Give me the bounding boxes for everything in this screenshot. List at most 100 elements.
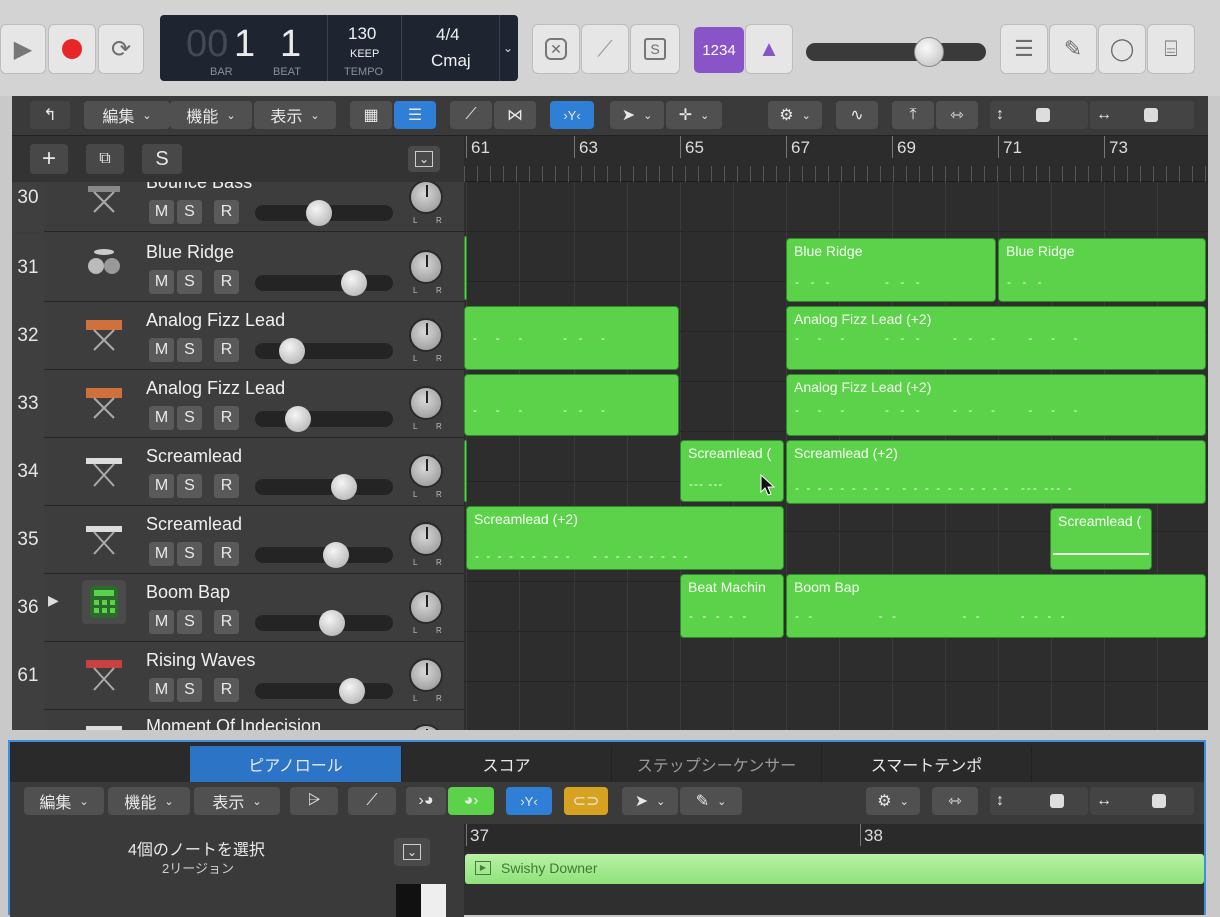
loop-browser-button[interactable]: ◯ bbox=[1098, 24, 1146, 74]
solo-mode-button[interactable]: S bbox=[630, 24, 680, 74]
global-solo-button[interactable]: S bbox=[142, 144, 182, 174]
record-enable-button[interactable]: R bbox=[214, 610, 239, 634]
track-name[interactable]: Analog Fizz Lead bbox=[146, 378, 285, 399]
midi-region[interactable]: Analog Fizz Lead (+2) - - - - - - - - - … bbox=[786, 374, 1206, 436]
master-volume-slider[interactable] bbox=[806, 37, 986, 67]
vertical-zoom-knob[interactable] bbox=[1050, 794, 1064, 808]
add-track-button[interactable]: + bbox=[30, 144, 68, 174]
record-button[interactable] bbox=[48, 24, 96, 74]
play-button[interactable]: ▶ bbox=[0, 24, 46, 74]
editor-catch-button[interactable]: ›Y‹ bbox=[506, 787, 552, 815]
midi-region[interactable]: Screamlead ( bbox=[1050, 508, 1152, 570]
solo-button[interactable]: S bbox=[177, 200, 202, 224]
volume-knob[interactable] bbox=[279, 338, 305, 364]
mute-button[interactable]: M bbox=[149, 270, 174, 294]
pan-knob[interactable] bbox=[409, 590, 443, 624]
editor-view-menu[interactable]: 表示 ⌄ bbox=[194, 787, 280, 815]
midi-region[interactable]: Screamlead (+2) - - - - - - - - - - - - … bbox=[786, 440, 1206, 504]
volume-knob[interactable] bbox=[306, 200, 332, 226]
lcd-signature-key[interactable]: 4/4 Cmaj bbox=[402, 15, 500, 81]
editor-automation-button[interactable]: ⟋ bbox=[348, 787, 396, 815]
volume-slider[interactable] bbox=[255, 678, 393, 704]
master-volume-knob[interactable] bbox=[914, 37, 944, 67]
lcd-tempo[interactable]: 130 KEEP TEMPO bbox=[328, 15, 402, 81]
snap-settings-menu[interactable]: ⚙ ⌄ bbox=[768, 101, 822, 129]
midi-region[interactable]: Analog Fizz Lead (+2) - - - - - - - - - … bbox=[786, 306, 1206, 370]
pan-knob[interactable] bbox=[409, 250, 443, 284]
disclosure-triangle-icon[interactable]: ▶ bbox=[48, 592, 62, 609]
pan-knob[interactable] bbox=[409, 724, 443, 730]
horizontal-zoom-slider[interactable]: ↔ bbox=[1090, 101, 1194, 129]
track-row[interactable]: 34 Screamlead M S R L R bbox=[12, 438, 464, 506]
mute-button[interactable]: M bbox=[149, 474, 174, 498]
tab-score[interactable]: スコア bbox=[402, 746, 612, 782]
collapse-button[interactable]: ⩥ bbox=[290, 787, 338, 815]
mute-button[interactable]: M bbox=[149, 610, 174, 634]
editor-vertical-zoom-slider[interactable]: ↕ bbox=[990, 787, 1088, 815]
midi-region[interactable]: Screamlead (+2) - - - - - - - - - - - - … bbox=[466, 506, 784, 570]
pan-knob[interactable] bbox=[409, 454, 443, 488]
lcd-display[interactable]: 00 1 1 BAR BEAT 130 KEEP TEMPO 4/4 Cmaj … bbox=[160, 15, 518, 81]
link-button[interactable]: ⊂⊃ bbox=[564, 787, 608, 815]
browsers-button[interactable]: ⌸ bbox=[1147, 24, 1195, 74]
pointer-tool-menu[interactable]: ➤ ⌄ bbox=[610, 101, 664, 129]
volume-knob[interactable] bbox=[339, 678, 365, 704]
list-view-button[interactable]: ☰ bbox=[394, 101, 436, 129]
track-name[interactable]: Bounce Bass bbox=[146, 182, 252, 193]
duplicate-track-button[interactable]: ⧉ bbox=[86, 144, 124, 174]
tuner-button[interactable]: ⟋ bbox=[581, 24, 629, 74]
fit-horizontal-button[interactable]: ⇿ bbox=[936, 101, 978, 129]
volume-slider[interactable] bbox=[255, 270, 393, 296]
tab-step-sequencer[interactable]: ステップシーケンサー bbox=[612, 746, 822, 782]
track-row[interactable]: 36 ▶ Boom Bap M S R L R bbox=[12, 574, 464, 642]
replace-button[interactable]: ✕ bbox=[532, 24, 580, 74]
tracks-view-menu[interactable]: 表示 ⌄ bbox=[254, 101, 336, 129]
volume-knob[interactable] bbox=[331, 474, 357, 500]
record-enable-button[interactable]: R bbox=[214, 338, 239, 362]
track-name[interactable]: Moment Of Indecision bbox=[146, 716, 321, 730]
editor-ruler[interactable]: 37 38 bbox=[464, 824, 1204, 852]
midi-region[interactable] bbox=[464, 440, 467, 502]
record-enable-button[interactable]: R bbox=[214, 474, 239, 498]
midi-region[interactable]: - - - - - - bbox=[464, 306, 679, 370]
track-row[interactable]: 30 Bounce Bass M S R L R bbox=[12, 182, 464, 232]
track-row[interactable]: Moment Of Indecision bbox=[12, 710, 464, 730]
mute-button[interactable]: M bbox=[149, 678, 174, 702]
track-row[interactable]: 35 Screamlead M S R L R bbox=[12, 506, 464, 574]
track-row[interactable]: 33 Analog Fizz Lead M S R L R bbox=[12, 370, 464, 438]
solo-button[interactable]: S bbox=[177, 474, 202, 498]
record-enable-button[interactable]: R bbox=[214, 200, 239, 224]
mute-button[interactable]: M bbox=[149, 338, 174, 362]
catch-playhead-button[interactable]: ›Y‹ bbox=[550, 101, 594, 129]
pan-knob[interactable] bbox=[409, 182, 443, 214]
tab-piano-roll[interactable]: ピアノロール bbox=[190, 746, 402, 782]
piano-keys[interactable] bbox=[396, 884, 446, 917]
solo-button[interactable]: S bbox=[177, 542, 202, 566]
lcd-dropdown-icon[interactable]: ⌄ bbox=[503, 41, 513, 55]
mute-button[interactable]: M bbox=[149, 542, 174, 566]
editor-pencil-tool-menu[interactable]: ✎ ⌄ bbox=[680, 787, 742, 815]
track-row[interactable]: 32 Analog Fizz Lead M S R L R bbox=[12, 302, 464, 370]
track-row[interactable]: 31 Blue Ridge M S R L R bbox=[12, 234, 464, 302]
tracks-functions-menu[interactable]: 機能 ⌄ bbox=[170, 101, 252, 129]
volume-slider[interactable] bbox=[255, 406, 393, 432]
volume-slider[interactable] bbox=[255, 474, 393, 500]
solo-button[interactable]: S bbox=[177, 338, 202, 362]
arrange-area[interactable]: Blue Ridge - - - - - - Blue Ridge - - - … bbox=[464, 182, 1208, 730]
editor-pointer-tool-menu[interactable]: ➤ ⌄ bbox=[622, 787, 678, 815]
horizontal-zoom-knob[interactable] bbox=[1144, 108, 1158, 122]
pan-knob[interactable] bbox=[409, 522, 443, 556]
midi-region[interactable]: - - - - - - bbox=[464, 374, 679, 436]
editor-edit-menu[interactable]: 編集 ⌄ bbox=[24, 787, 104, 815]
volume-knob[interactable] bbox=[285, 406, 311, 432]
editor-snap-menu[interactable]: ⚙ ⌄ bbox=[866, 787, 920, 815]
solo-button[interactable]: S bbox=[177, 270, 202, 294]
tab-smart-tempo[interactable]: スマートテンポ bbox=[822, 746, 1032, 782]
volume-slider[interactable] bbox=[255, 200, 393, 226]
record-enable-button[interactable]: R bbox=[214, 270, 239, 294]
track-name[interactable]: Screamlead bbox=[146, 446, 242, 467]
track-name[interactable]: Blue Ridge bbox=[146, 242, 234, 263]
midi-region[interactable]: Boom Bap - - - - - - - - - - bbox=[786, 574, 1206, 638]
waveform-zoom-button[interactable]: ∿ bbox=[836, 101, 878, 129]
back-button[interactable]: ↰ bbox=[30, 101, 70, 129]
